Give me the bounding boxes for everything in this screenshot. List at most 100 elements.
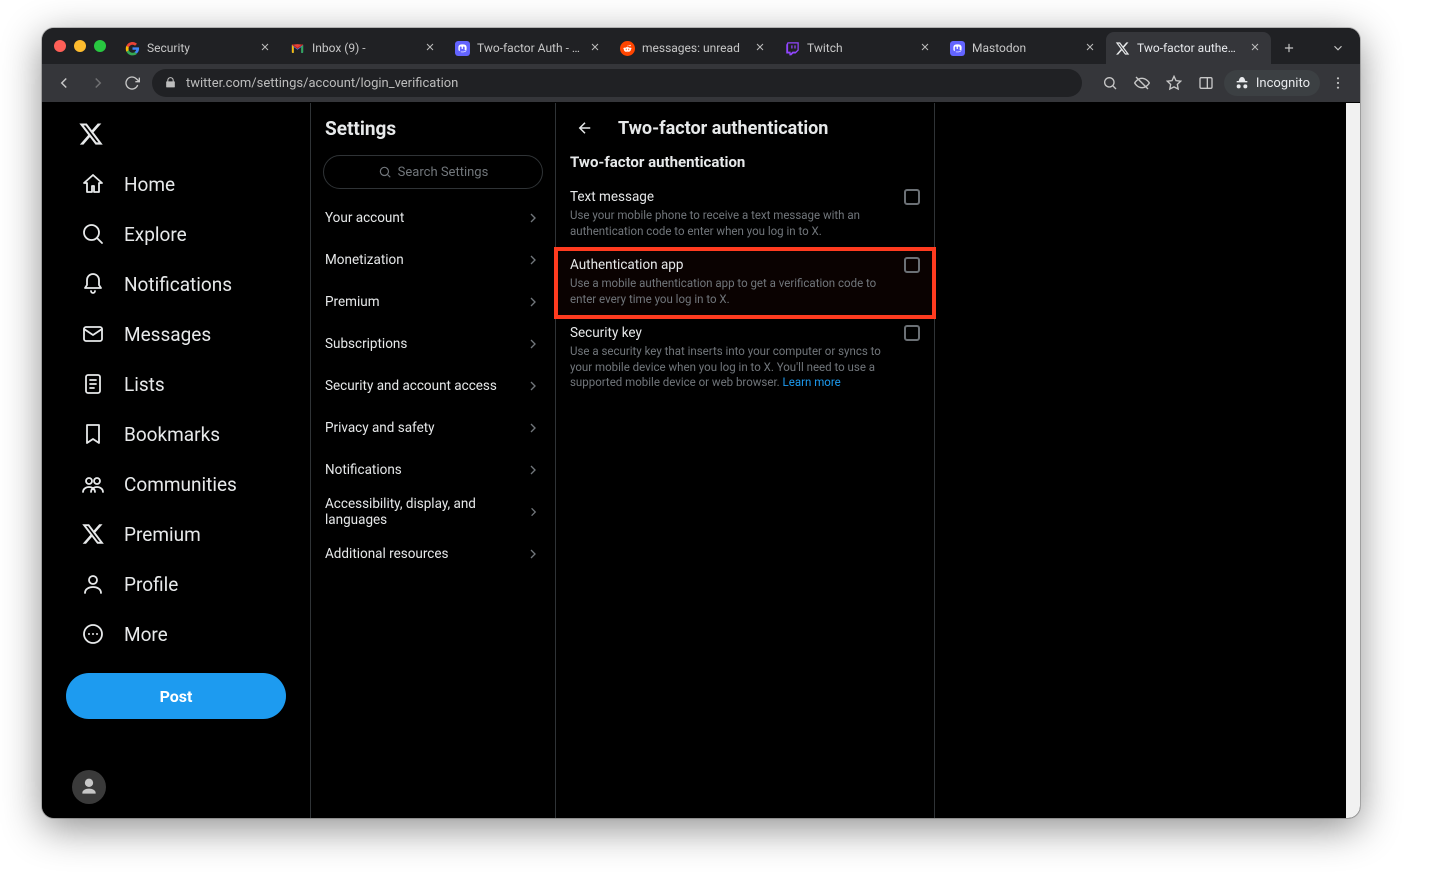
settings-row-label: Additional resources <box>325 546 449 562</box>
address-bar[interactable]: twitter.com/settings/account/login_verif… <box>152 69 1082 97</box>
browser-tab[interactable]: Twitch <box>776 32 941 64</box>
close-window-button[interactable] <box>54 40 66 52</box>
nav-item-lists[interactable]: Lists <box>66 359 310 409</box>
twofa-option[interactable]: Security key Use a security key that ins… <box>556 317 934 401</box>
reddit-favicon <box>619 40 635 56</box>
profile-icon <box>80 571 106 597</box>
bell-icon <box>80 271 106 297</box>
settings-row-label: Accessibility, display, and languages <box>325 496 526 528</box>
nav-item-premium[interactable]: Premium <box>66 509 310 559</box>
account-avatar[interactable] <box>72 770 106 804</box>
twitch-favicon <box>784 40 800 56</box>
settings-row[interactable]: Security and account access <box>311 365 555 407</box>
nav-item-notifications[interactable]: Notifications <box>66 259 310 309</box>
back-button[interactable] <box>50 69 78 97</box>
nav-item-profile[interactable]: Profile <box>66 559 310 609</box>
communities-icon <box>80 471 106 497</box>
browser-menu-button[interactable] <box>1324 69 1352 97</box>
forward-button[interactable] <box>84 69 112 97</box>
incognito-icon <box>1234 75 1250 91</box>
twofa-option[interactable]: Text message Use your mobile phone to re… <box>556 181 934 249</box>
nav-label: Messages <box>124 323 211 346</box>
tab-title: messages: unread <box>642 41 747 55</box>
reload-button[interactable] <box>118 69 146 97</box>
option-description: Use a mobile authentication app to get a… <box>570 276 920 307</box>
detail-header-title: Two-factor authentication <box>618 118 828 139</box>
option-checkbox[interactable] <box>904 325 920 341</box>
nav-label: Notifications <box>124 273 232 296</box>
settings-title: Settings <box>311 103 555 153</box>
settings-row[interactable]: Notifications <box>311 449 555 491</box>
chevron-right-icon <box>526 504 541 520</box>
tab-close-button[interactable] <box>1249 41 1263 55</box>
tab-overflow-button[interactable] <box>1324 32 1352 64</box>
tab-close-button[interactable] <box>259 41 273 55</box>
tab-close-button[interactable] <box>754 41 768 55</box>
left-sidebar: Home Explore Notifications Messages List… <box>42 103 310 818</box>
browser-tab[interactable]: messages: unread <box>611 32 776 64</box>
minimize-window-button[interactable] <box>74 40 86 52</box>
nav-item-more[interactable]: More <box>66 609 310 659</box>
settings-row[interactable]: Additional resources <box>311 533 555 575</box>
toolbar: twitter.com/settings/account/login_verif… <box>42 64 1360 102</box>
browser-tab[interactable]: Inbox (9) - <box>281 32 446 64</box>
settings-row[interactable]: Subscriptions <box>311 323 555 365</box>
settings-search[interactable]: Search Settings <box>323 155 543 189</box>
tracking-icon[interactable] <box>1128 69 1156 97</box>
settings-column: Settings Search Settings Your account Mo… <box>311 103 555 818</box>
nav-label: Explore <box>124 223 187 246</box>
nav-item-home[interactable]: Home <box>66 159 310 209</box>
twofa-option[interactable]: Authentication app Use a mobile authenti… <box>556 249 934 317</box>
browser-tab[interactable]: Two-factor authenticatio… <box>1106 32 1271 64</box>
option-checkbox[interactable] <box>904 189 920 205</box>
new-tab-button[interactable] <box>1275 34 1303 62</box>
browser-tab[interactable]: Two-factor Auth - Masto… <box>446 32 611 64</box>
settings-row-label: Premium <box>325 294 380 310</box>
mastodon-favicon <box>949 40 965 56</box>
incognito-indicator[interactable]: Incognito <box>1224 70 1320 96</box>
settings-row-label: Notifications <box>325 462 402 478</box>
tab-close-button[interactable] <box>1084 41 1098 55</box>
nav-item-bookmarks[interactable]: Bookmarks <box>66 409 310 459</box>
nav-label: Profile <box>124 573 178 596</box>
empty-right-column <box>935 103 1360 818</box>
nav-label: Bookmarks <box>124 423 220 446</box>
nav-label: Lists <box>124 373 165 396</box>
window-controls <box>50 28 116 64</box>
chevron-right-icon <box>525 546 541 562</box>
tab-close-button[interactable] <box>919 41 933 55</box>
lock-icon <box>164 76 178 90</box>
browser-tab[interactable]: Security <box>116 32 281 64</box>
chevron-right-icon <box>525 336 541 352</box>
gmail-favicon <box>289 40 305 56</box>
page-scrollbar[interactable] <box>1346 103 1360 818</box>
settings-row[interactable]: Accessibility, display, and languages <box>311 491 555 533</box>
side-panel-icon[interactable] <box>1192 69 1220 97</box>
zoom-icon[interactable] <box>1096 69 1124 97</box>
nav-item-messages[interactable]: Messages <box>66 309 310 359</box>
settings-row[interactable]: Premium <box>311 281 555 323</box>
browser-tab[interactable]: Mastodon <box>941 32 1106 64</box>
tab-close-button[interactable] <box>589 41 603 55</box>
nav-label: Communities <box>124 473 237 496</box>
option-checkbox[interactable] <box>904 257 920 273</box>
bookmark-star-icon[interactable] <box>1160 69 1188 97</box>
app-content: Home Explore Notifications Messages List… <box>42 102 1360 818</box>
incognito-label: Incognito <box>1256 76 1310 91</box>
google-favicon <box>124 40 140 56</box>
nav-item-explore[interactable]: Explore <box>66 209 310 259</box>
settings-row-label: Security and account access <box>325 378 497 394</box>
x-logo[interactable] <box>66 109 116 159</box>
option-name: Text message <box>570 189 654 205</box>
nav-item-communities[interactable]: Communities <box>66 459 310 509</box>
tab-close-button[interactable] <box>424 41 438 55</box>
chevron-right-icon <box>525 210 541 226</box>
maximize-window-button[interactable] <box>94 40 106 52</box>
detail-back-button[interactable] <box>570 113 600 143</box>
post-button[interactable]: Post <box>66 673 286 719</box>
chevron-right-icon <box>525 462 541 478</box>
settings-row[interactable]: Monetization <box>311 239 555 281</box>
settings-row[interactable]: Privacy and safety <box>311 407 555 449</box>
learn-more-link[interactable]: Learn more <box>783 375 841 389</box>
settings-row[interactable]: Your account <box>311 197 555 239</box>
